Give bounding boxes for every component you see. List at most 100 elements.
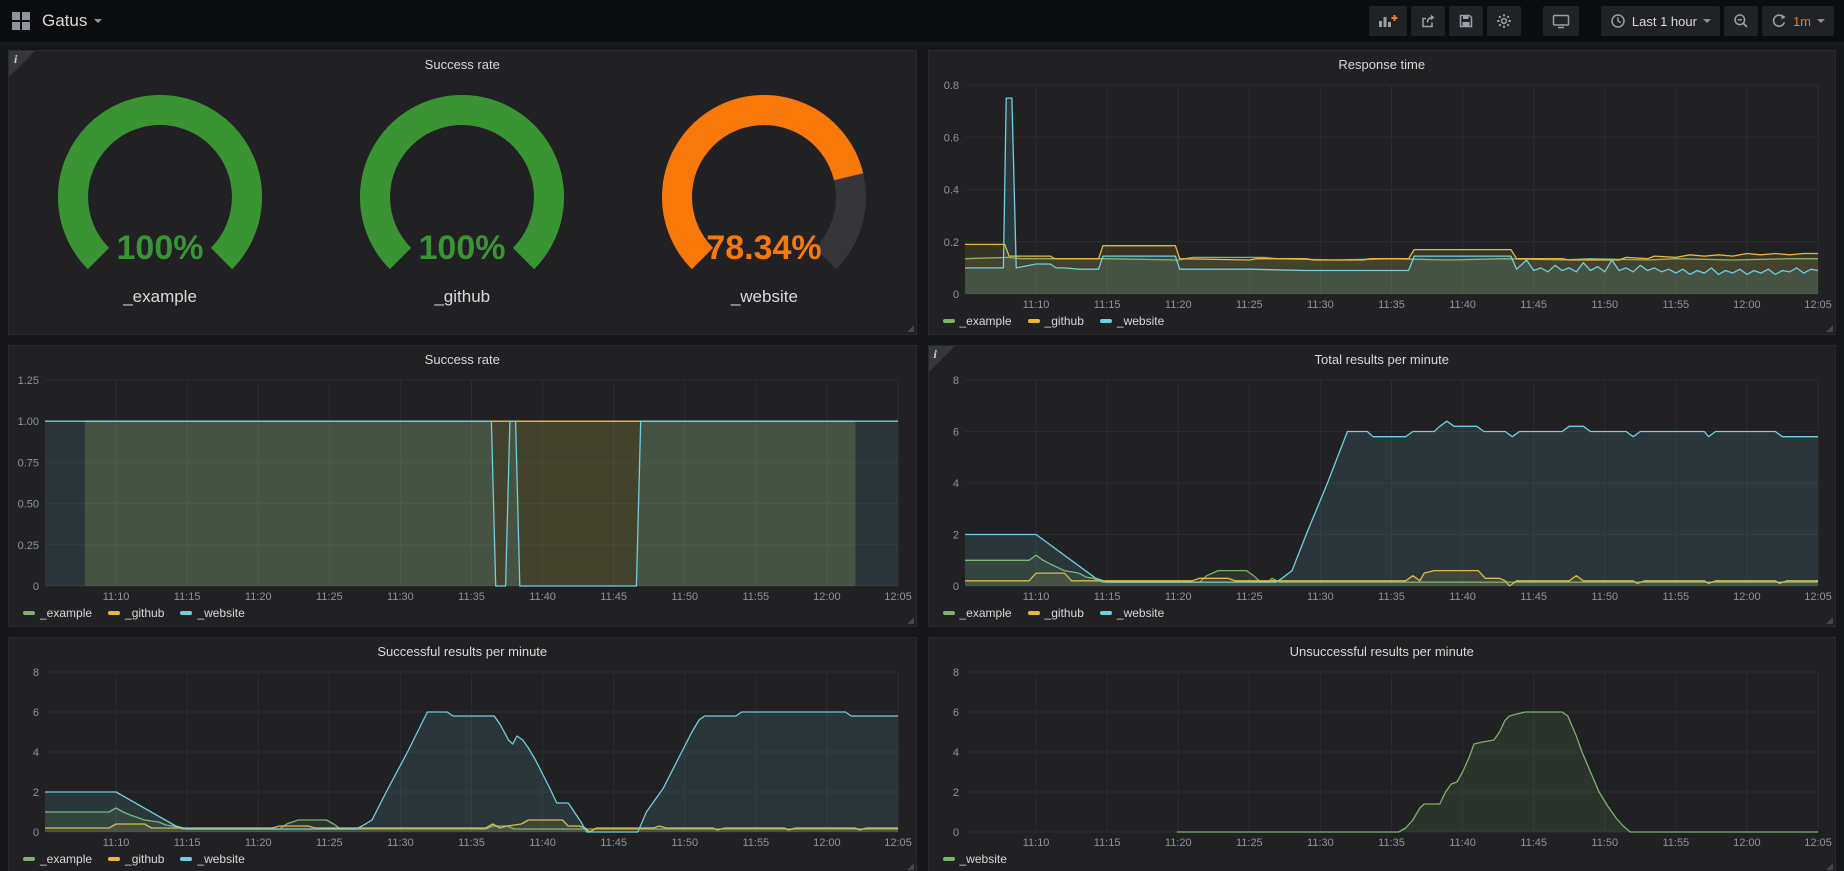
panel-title[interactable]: Success rate bbox=[9, 51, 916, 77]
share-icon bbox=[1420, 13, 1436, 29]
timeseries-plot[interactable]: 11:1011:1511:2011:2511:3011:3511:4011:45… bbox=[929, 77, 1836, 312]
x-axis-tick: 12:00 bbox=[813, 591, 841, 603]
panel-title[interactable]: Total results per minute bbox=[929, 346, 1836, 372]
legend-item-_github[interactable]: _github bbox=[1028, 606, 1084, 620]
x-axis-tick: 12:05 bbox=[1804, 837, 1832, 849]
y-axis-tick: 0.2 bbox=[943, 237, 958, 249]
gauge-value: 78.34% bbox=[707, 229, 822, 267]
x-axis-tick: 11:40 bbox=[1449, 299, 1476, 311]
y-axis-tick: 2 bbox=[952, 530, 958, 542]
legend-item-_github[interactable]: _github bbox=[108, 852, 164, 866]
y-axis-tick: 8 bbox=[952, 667, 958, 679]
legend-item-_website[interactable]: _website bbox=[1100, 606, 1164, 620]
y-axis-tick: 0.25 bbox=[18, 540, 39, 552]
time-range-picker[interactable]: Last 1 hour bbox=[1601, 6, 1720, 36]
panel-info-corner[interactable]: i bbox=[9, 51, 35, 77]
refresh-picker[interactable]: 1m bbox=[1762, 6, 1834, 36]
x-axis-tick: 11:30 bbox=[387, 837, 414, 849]
x-axis-tick: 11:15 bbox=[174, 837, 201, 849]
panel-title[interactable]: Success rate bbox=[9, 346, 916, 372]
legend-swatch bbox=[108, 857, 120, 861]
legend-item-_example[interactable]: _example bbox=[23, 606, 92, 620]
share-button[interactable] bbox=[1411, 6, 1445, 36]
panel-info-corner[interactable]: i bbox=[929, 346, 955, 372]
x-axis-tick: 11:15 bbox=[1093, 299, 1120, 311]
x-axis-tick: 11:25 bbox=[1235, 299, 1262, 311]
x-axis-tick: 11:10 bbox=[1022, 299, 1049, 311]
y-axis-tick: 0 bbox=[33, 827, 39, 839]
legend-item-_website[interactable]: _website bbox=[943, 852, 1007, 866]
legend-item-_example[interactable]: _example bbox=[943, 606, 1012, 620]
panel-resize-handle[interactable] bbox=[907, 617, 914, 624]
timeseries-plot[interactable]: 11:1011:1511:2011:2511:3011:3511:4011:45… bbox=[929, 372, 1836, 604]
x-axis-tick: 12:00 bbox=[813, 837, 841, 849]
legend: _website bbox=[929, 850, 1836, 871]
x-axis-tick: 12:05 bbox=[884, 837, 912, 849]
legend-item-_website[interactable]: _website bbox=[180, 606, 244, 620]
legend-item-_example[interactable]: _example bbox=[943, 314, 1012, 328]
zoom-out-button[interactable] bbox=[1724, 6, 1758, 36]
legend-swatch bbox=[1100, 319, 1112, 323]
legend-swatch bbox=[23, 611, 35, 615]
legend-item-_website[interactable]: _website bbox=[1100, 314, 1164, 328]
x-axis-tick: 11:55 bbox=[1662, 837, 1689, 849]
gridlines bbox=[965, 672, 1818, 832]
y-axis-tick: 0 bbox=[952, 581, 958, 593]
panel-resize-handle[interactable] bbox=[1826, 325, 1833, 332]
x-axis-tick: 11:40 bbox=[529, 591, 556, 603]
x-axis-tick: 11:15 bbox=[174, 591, 201, 603]
x-axis-tick: 11:30 bbox=[1307, 591, 1334, 603]
panel-resize-handle[interactable] bbox=[1826, 863, 1833, 870]
add-panel-button[interactable] bbox=[1369, 6, 1407, 36]
panel-success-rate-gauges: i Success rate 100%_example100%_github78… bbox=[8, 50, 917, 335]
x-axis-tick: 12:00 bbox=[1733, 837, 1761, 849]
legend-item-_github[interactable]: _github bbox=[108, 606, 164, 620]
panel-resize-handle[interactable] bbox=[907, 325, 914, 332]
legend: _example _github _website bbox=[9, 604, 916, 626]
panel-resize-handle[interactable] bbox=[907, 863, 914, 870]
x-axis-tick: 11:40 bbox=[1449, 591, 1476, 603]
legend-label: _example bbox=[40, 606, 92, 620]
x-axis-tick: 11:10 bbox=[103, 591, 130, 603]
x-axis-tick: 11:30 bbox=[1307, 299, 1334, 311]
gauge-arc: 100% bbox=[312, 93, 612, 285]
panel-resize-handle[interactable] bbox=[1826, 617, 1833, 624]
legend-swatch bbox=[1100, 611, 1112, 615]
panel-title[interactable]: Successful results per minute bbox=[9, 638, 916, 664]
dashboard-grid-icon[interactable] bbox=[12, 12, 30, 30]
gauge-value: 100% bbox=[419, 229, 506, 267]
legend-item-_website[interactable]: _website bbox=[180, 852, 244, 866]
x-axis-tick: 11:35 bbox=[458, 837, 485, 849]
tv-mode-button[interactable] bbox=[1543, 6, 1579, 36]
timeseries-plot[interactable]: 11:1011:1511:2011:2511:3011:3511:4011:45… bbox=[929, 664, 1836, 850]
x-axis-tick: 11:35 bbox=[1378, 299, 1405, 311]
legend-swatch bbox=[23, 857, 35, 861]
timeseries-plot[interactable]: 11:1011:1511:2011:2511:3011:3511:4011:45… bbox=[9, 372, 916, 604]
series-fill-_website bbox=[45, 421, 898, 586]
series-fill-_website bbox=[45, 712, 898, 832]
panel-title[interactable]: Response time bbox=[929, 51, 1836, 77]
y-axis-tick: 8 bbox=[33, 667, 39, 679]
x-axis-tick: 11:25 bbox=[316, 837, 343, 849]
save-button[interactable] bbox=[1449, 6, 1483, 36]
series-fill-_website bbox=[1176, 712, 1817, 832]
legend-item-_example[interactable]: _example bbox=[23, 852, 92, 866]
timeseries-plot[interactable]: 11:1011:1511:2011:2511:3011:3511:4011:45… bbox=[9, 664, 916, 850]
monitor-icon bbox=[1552, 13, 1570, 29]
x-axis-tick: 11:50 bbox=[1591, 591, 1618, 603]
dashboard-title-dropdown[interactable]: Gatus bbox=[42, 11, 102, 31]
gauge-_website: 78.34%_website bbox=[615, 93, 914, 307]
settings-button[interactable] bbox=[1487, 6, 1521, 36]
y-axis-tick: 6 bbox=[33, 707, 39, 719]
x-axis-tick: 11:30 bbox=[387, 591, 414, 603]
x-axis-tick: 11:25 bbox=[316, 591, 343, 603]
x-axis-tick: 11:10 bbox=[103, 837, 130, 849]
x-axis-tick: 11:30 bbox=[1307, 837, 1334, 849]
legend-item-_github[interactable]: _github bbox=[1028, 314, 1084, 328]
x-axis-tick: 11:40 bbox=[1449, 837, 1476, 849]
save-icon bbox=[1458, 13, 1474, 29]
x-axis-tick: 11:15 bbox=[1093, 837, 1120, 849]
panel-title[interactable]: Unsuccessful results per minute bbox=[929, 638, 1836, 664]
y-axis-tick: 4 bbox=[952, 478, 958, 490]
legend-label: _example bbox=[960, 606, 1012, 620]
